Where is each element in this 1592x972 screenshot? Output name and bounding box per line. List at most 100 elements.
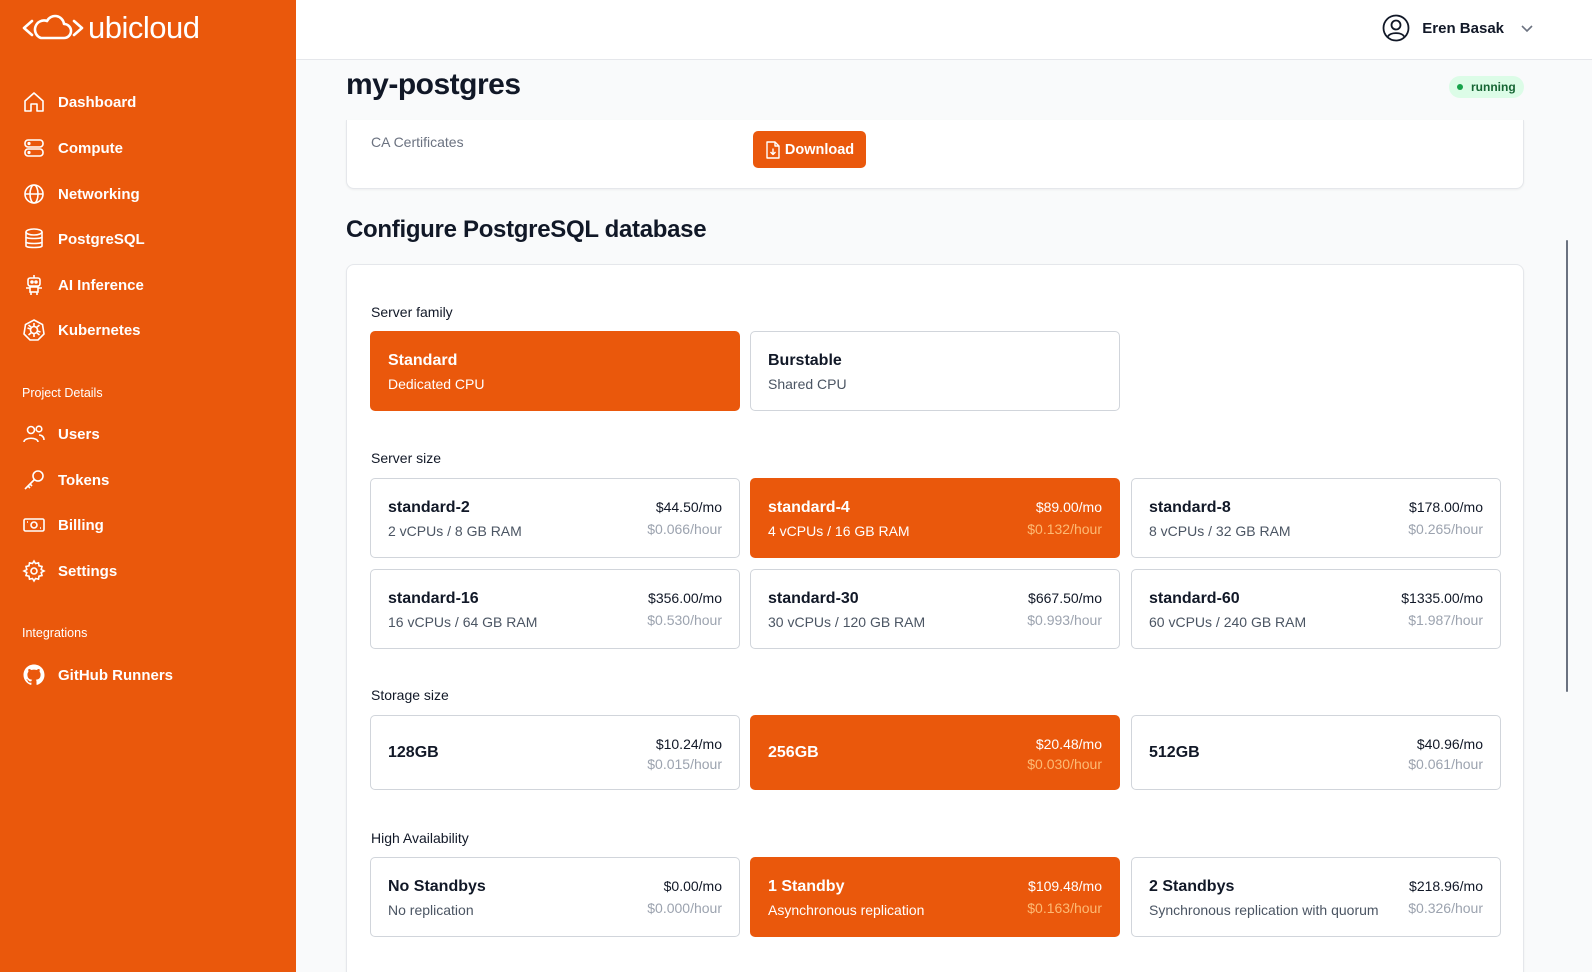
option-name: 1 Standby (768, 878, 845, 895)
storage-size-128gb[interactable]: 128GB $10.24/mo $0.015/hour (370, 715, 740, 790)
storage-size-512gb[interactable]: 512GB $40.96/mo $0.061/hour (1131, 715, 1501, 790)
scrollbar[interactable] (1566, 240, 1568, 692)
sidebar-item-users[interactable]: Users (22, 421, 100, 447)
option-name: Burstable (768, 352, 842, 369)
sidebar-item-label: Tokens (58, 471, 110, 489)
page-title: my-postgres (346, 68, 521, 101)
database-icon (25, 228, 43, 249)
option-name: standard-4 (768, 499, 850, 516)
option-monthly-price: $1335.00/mo (1401, 590, 1483, 606)
sidebar: ubicloud Dashboard Compute Networking Po… (0, 0, 296, 972)
option-hourly-price: $0.993/hour (1027, 612, 1102, 628)
sidebar-item-label: AI Inference (58, 276, 144, 294)
option-monthly-price: $20.48/mo (1035, 736, 1102, 752)
option-desc: 60 vCPUs / 240 GB RAM (1149, 614, 1307, 630)
globe-icon (24, 184, 44, 204)
user-name: Eren Basak (1422, 19, 1504, 37)
option-monthly-price: $40.96/mo (1416, 736, 1483, 752)
server-family-burstable[interactable]: Burstable Shared CPU (750, 331, 1120, 411)
option-name: standard-60 (1149, 590, 1240, 607)
status-badge: running (1449, 76, 1524, 98)
file-download-icon (766, 140, 780, 159)
kubernetes-icon (23, 319, 45, 341)
status-text: running (1471, 80, 1516, 94)
sidebar-item-dashboard[interactable]: Dashboard (22, 89, 136, 115)
sidebar-item-label: Users (58, 425, 100, 443)
option-name: standard-16 (388, 590, 479, 607)
sidebar-item-label: Networking (58, 185, 140, 203)
sidebar-item-label: Dashboard (58, 93, 137, 111)
user-avatar-icon (1382, 14, 1410, 42)
storage-size-256gb[interactable]: 256GB $20.48/mo $0.030/hour (750, 715, 1120, 790)
server-size-standard-16[interactable]: standard-16 16 vCPUs / 64 GB RAM $356.00… (370, 569, 740, 649)
home-icon (24, 92, 44, 112)
robot-icon (26, 275, 42, 295)
gear-icon (22, 559, 46, 583)
server-family-standard[interactable]: Standard Dedicated CPU (370, 331, 740, 411)
option-name: 512GB (1149, 744, 1200, 761)
server-icon (24, 139, 44, 157)
configure-title: Configure PostgreSQL database (346, 216, 707, 243)
github-icon (23, 664, 45, 685)
option-monthly-price: $356.00/mo (648, 590, 722, 606)
option-hourly-price: $0.326/hour (1408, 900, 1483, 916)
server-size-standard-8[interactable]: standard-8 8 vCPUs / 32 GB RAM $178.00/m… (1131, 478, 1501, 558)
ha-no-standbys[interactable]: No Standbys No replication $0.00/mo $0.0… (370, 857, 740, 937)
option-monthly-price: $10.24/mo (655, 736, 722, 752)
brand-logo[interactable]: ubicloud (22, 10, 200, 46)
sidebar-item-settings[interactable]: Settings (22, 558, 117, 584)
integrations-heading: Integrations (22, 626, 88, 640)
ha-1-standby[interactable]: 1 Standby Asynchronous replication $109.… (750, 857, 1120, 937)
option-desc: Synchronous replication with quorum (1149, 902, 1379, 918)
option-desc: Asynchronous replication (768, 902, 925, 918)
option-hourly-price: $1.987/hour (1408, 612, 1483, 628)
sidebar-item-tokens[interactable]: Tokens (22, 467, 109, 493)
server-family-label: Server family (371, 304, 453, 320)
sidebar-item-github-runners[interactable]: GitHub Runners (22, 662, 173, 688)
high-availability-label: High Availability (371, 830, 469, 846)
project-details-heading: Project Details (22, 386, 103, 400)
option-name: No Standbys (388, 878, 486, 895)
server-size-standard-30[interactable]: standard-30 30 vCPUs / 120 GB RAM $667.5… (750, 569, 1120, 649)
option-hourly-price: $0.000/hour (647, 900, 722, 916)
status-dot (1457, 84, 1463, 90)
option-name: standard-30 (768, 590, 859, 607)
server-size-standard-2[interactable]: standard-2 2 vCPUs / 8 GB RAM $44.50/mo … (370, 478, 740, 558)
option-desc: Dedicated CPU (388, 376, 485, 392)
server-size-standard-60[interactable]: standard-60 60 vCPUs / 240 GB RAM $1335.… (1131, 569, 1501, 649)
sidebar-item-billing[interactable]: Billing (22, 512, 104, 538)
option-monthly-price: $178.00/mo (1409, 499, 1483, 515)
option-hourly-price: $0.265/hour (1408, 521, 1483, 537)
users-icon (23, 425, 45, 443)
sidebar-item-networking[interactable]: Networking (22, 181, 140, 207)
user-menu[interactable]: Eren Basak (1382, 14, 1534, 42)
option-name: 128GB (388, 744, 439, 761)
option-name: 2 Standbys (1149, 878, 1235, 895)
option-hourly-price: $0.030/hour (1027, 756, 1102, 772)
server-size-standard-4[interactable]: standard-4 4 vCPUs / 16 GB RAM $89.00/mo… (750, 478, 1120, 558)
ha-2-standbys[interactable]: 2 Standbys Synchronous replication with … (1131, 857, 1501, 937)
server-size-label: Server size (371, 450, 442, 466)
sidebar-item-kubernetes[interactable]: Kubernetes (22, 317, 141, 343)
option-hourly-price: $0.061/hour (1408, 756, 1483, 772)
sidebar-item-label: Kubernetes (58, 321, 141, 339)
key-icon (24, 470, 44, 490)
option-hourly-price: $0.066/hour (647, 521, 722, 537)
option-name: standard-8 (1149, 499, 1231, 516)
option-monthly-price: $0.00/mo (663, 878, 722, 894)
option-monthly-price: $667.50/mo (1028, 590, 1102, 606)
sidebar-item-label: Billing (58, 516, 104, 534)
option-monthly-price: $109.48/mo (1028, 878, 1102, 894)
sidebar-item-compute[interactable]: Compute (22, 135, 123, 161)
configure-card: Server family Standard Dedicated CPU Bur… (346, 264, 1524, 972)
option-name: Standard (388, 352, 458, 369)
sidebar-item-postgresql[interactable]: PostgreSQL (22, 226, 145, 252)
option-hourly-price: $0.530/hour (647, 612, 722, 628)
option-desc: 30 vCPUs / 120 GB RAM (768, 614, 926, 630)
sidebar-item-ai-inference[interactable]: AI Inference (22, 272, 144, 298)
download-button[interactable]: Download (753, 131, 866, 168)
option-hourly-price: $0.015/hour (647, 756, 722, 772)
option-desc: 16 vCPUs / 64 GB RAM (388, 614, 538, 630)
option-monthly-price: $44.50/mo (655, 499, 722, 515)
option-desc: 4 vCPUs / 16 GB RAM (768, 523, 910, 539)
